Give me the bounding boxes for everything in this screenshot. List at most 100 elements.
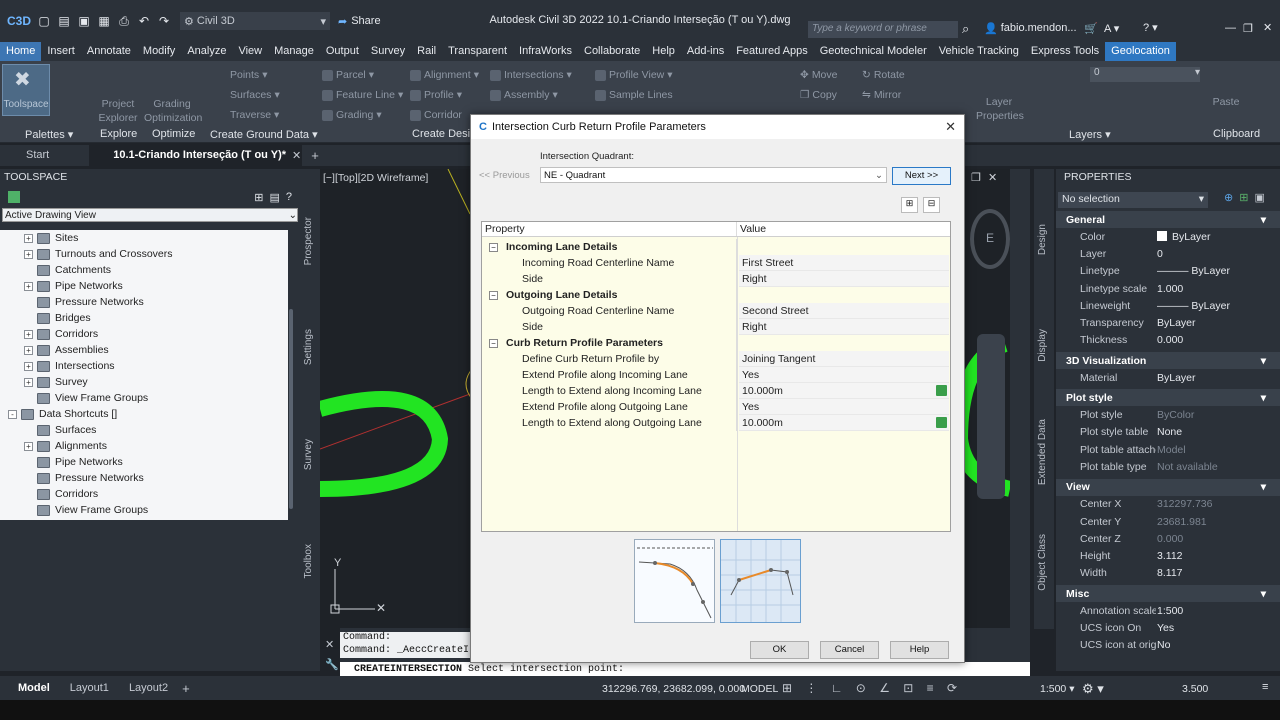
intersections-button[interactable]: Intersections ▾ (490, 69, 572, 81)
tree-view-icon[interactable]: ⊞ (254, 191, 263, 204)
property-row[interactable]: Width 8.117 (1056, 565, 1280, 582)
property-row[interactable]: Center Y 23681.981 (1056, 513, 1280, 530)
open-icon[interactable]: ▤ (56, 13, 72, 29)
property-row[interactable]: Plot table type Not available (1056, 458, 1280, 475)
ribbon-tab-survey[interactable]: Survey (365, 42, 411, 61)
property-row[interactable]: Material ByLayer (1056, 369, 1280, 386)
workspace-select[interactable]: ⚙ Civil 3D ▾ (180, 12, 330, 30)
rotate-button[interactable]: ↻ Rotate (862, 69, 905, 81)
select-objects-icon[interactable]: ⊞ (1239, 191, 1248, 204)
property-value-cell[interactable]: Right (739, 319, 949, 335)
model-space-toggle[interactable]: MODEL (741, 683, 778, 695)
autodesk-a360-icon[interactable]: A ▾ (1104, 22, 1119, 35)
layout-tab-layout2[interactable]: Layout2 (119, 682, 178, 694)
create-ground-data-panel[interactable]: Create Ground Data ▾ (210, 128, 318, 141)
expand-icon[interactable]: + (24, 329, 33, 339)
collapse-all-icon[interactable]: ⊟ (923, 197, 940, 213)
property-row[interactable]: Transparency ByLayer (1056, 314, 1280, 331)
profile-view-button[interactable]: Profile View ▾ (595, 69, 673, 81)
tree-item[interactable]: + Sites (0, 230, 288, 246)
section-3d-visualization[interactable]: 3D Visualization ▾ (1056, 352, 1280, 370)
customization-icon[interactable]: ≡ (1262, 681, 1268, 693)
properties-side-tab-extended-data[interactable]: Extended Data (1037, 419, 1048, 485)
tree-item[interactable]: + Survey (0, 374, 288, 390)
ok-button[interactable]: OK (750, 641, 809, 659)
ribbon-tab-transparent[interactable]: Transparent (442, 42, 513, 61)
share-button[interactable]: ➦ Share (338, 15, 381, 28)
expand-icon[interactable]: + (24, 377, 33, 387)
tree-item[interactable]: + Alignments (0, 438, 288, 454)
grid-property-row[interactable]: Side Right (482, 271, 950, 287)
layout-tab-model[interactable]: Model (8, 682, 60, 694)
side-tab-prospector[interactable]: Prospector (303, 217, 314, 265)
alignment-button[interactable]: Alignment ▾ (410, 69, 479, 81)
grid-property-row[interactable]: Length to Extend along Incoming Lane 10.0… (482, 383, 950, 399)
profile-button[interactable]: Profile ▾ (410, 89, 462, 101)
ribbon-tab-featured-apps[interactable]: Featured Apps (730, 42, 814, 61)
ribbon-tab-add-ins[interactable]: Add-ins (681, 42, 730, 61)
save-as-icon[interactable]: ▦ (96, 13, 112, 29)
selection-select[interactable]: No selection ▾ (1058, 192, 1208, 208)
collapse-icon[interactable]: − (489, 338, 498, 348)
viewcube-compass[interactable]: E (970, 209, 1010, 269)
tree-item[interactable]: Pressure Networks (0, 470, 288, 486)
ribbon-tab-insert[interactable]: Insert (41, 42, 81, 61)
help-circle-icon[interactable]: ? (286, 191, 292, 204)
search-icon[interactable]: ⌕ (962, 21, 969, 37)
property-value-cell[interactable]: Joining Tangent (739, 351, 949, 367)
grid-group-row[interactable]: − Outgoing Lane Details (482, 287, 950, 303)
layout-tab-layout1[interactable]: Layout1 (60, 682, 119, 694)
properties-side-tab-design[interactable]: Design (1037, 224, 1048, 255)
grid-group-row[interactable]: − Incoming Lane Details (482, 239, 950, 255)
paste-button[interactable]: Paste (1206, 95, 1246, 109)
dialog-close-icon[interactable]: ✕ (945, 119, 956, 135)
ribbon-tab-analyze[interactable]: Analyze (181, 42, 232, 61)
quick-select-icon[interactable]: ⊕ (1224, 191, 1233, 204)
workspace-gear-icon[interactable]: ⚙ ▾ (1082, 681, 1104, 697)
coordinates-readout[interactable]: 312296.769, 23682.099, 0.000 (602, 683, 745, 695)
tree-scrollbar[interactable] (289, 309, 293, 509)
restore-icon[interactable]: ❐ (1243, 22, 1253, 35)
right-tool-strip[interactable] (1010, 169, 1030, 629)
section-view[interactable]: View ▾ (1056, 478, 1280, 496)
tree-item[interactable]: Pipe Networks (0, 454, 288, 470)
side-tab-settings[interactable]: Settings (303, 329, 314, 365)
property-row[interactable]: Linetype ——— ByLayer (1056, 263, 1280, 280)
property-row[interactable]: Layer 0 (1056, 245, 1280, 262)
undo-icon[interactable]: ↶ (136, 13, 152, 29)
palettes-panel[interactable]: Palettes ▾ (25, 128, 73, 141)
traverse-button[interactable]: Traverse ▾ (230, 109, 279, 121)
expand-icon[interactable]: + (24, 233, 33, 243)
property-value-cell[interactable]: Yes (739, 367, 949, 383)
assembly-button[interactable]: Assembly ▾ (490, 89, 558, 101)
ribbon-tab-collaborate[interactable]: Collaborate (578, 42, 646, 61)
properties-side-tab-display[interactable]: Display (1037, 329, 1048, 362)
cancel-button[interactable]: Cancel (820, 641, 879, 659)
cart-icon[interactable]: 🛒 (1084, 22, 1098, 35)
expand-icon[interactable]: + (24, 361, 33, 371)
next-button[interactable]: Next >> (892, 167, 951, 185)
tree-item[interactable]: + Turnouts and Crossovers (0, 246, 288, 262)
expand-icon[interactable]: + (24, 281, 33, 291)
ribbon-tab-rail[interactable]: Rail (411, 42, 442, 61)
property-value-cell[interactable]: 10.000m (739, 383, 949, 399)
add-layout-button[interactable]: + (182, 681, 190, 696)
property-row[interactable]: Annotation scale 1:500 (1056, 602, 1280, 619)
item-view-icon[interactable]: ▤ (269, 191, 279, 204)
tree-item[interactable]: + Corridors (0, 326, 288, 342)
property-row[interactable]: UCS icon at originNo (1056, 637, 1280, 654)
status-toggles[interactable]: ⊞ ⋮ ∟ ⊙ ∠ ⊡ ≡ ⟳ (782, 681, 962, 695)
property-row[interactable]: Lineweight ——— ByLayer (1056, 297, 1280, 314)
add-tab-button[interactable]: + (311, 148, 319, 163)
property-row[interactable]: Center Z 0.000 (1056, 530, 1280, 547)
section-general[interactable]: General ▾ (1056, 211, 1280, 228)
tree-item[interactable]: Corridors (0, 486, 288, 502)
viewport-restore-icon[interactable]: ❐ (971, 171, 981, 184)
grading-optimization-button[interactable]: Grading Optimization (144, 97, 202, 125)
expand-icon[interactable]: + (24, 249, 33, 259)
property-value-cell[interactable]: First Street (739, 255, 949, 271)
side-tab-toolbox[interactable]: Toolbox (303, 544, 314, 578)
tree-item[interactable]: Catchments (0, 262, 288, 278)
layer-properties-button[interactable]: Layer Properties (976, 95, 1024, 123)
grid-group-row[interactable]: − Curb Return Profile Parameters (482, 335, 950, 351)
